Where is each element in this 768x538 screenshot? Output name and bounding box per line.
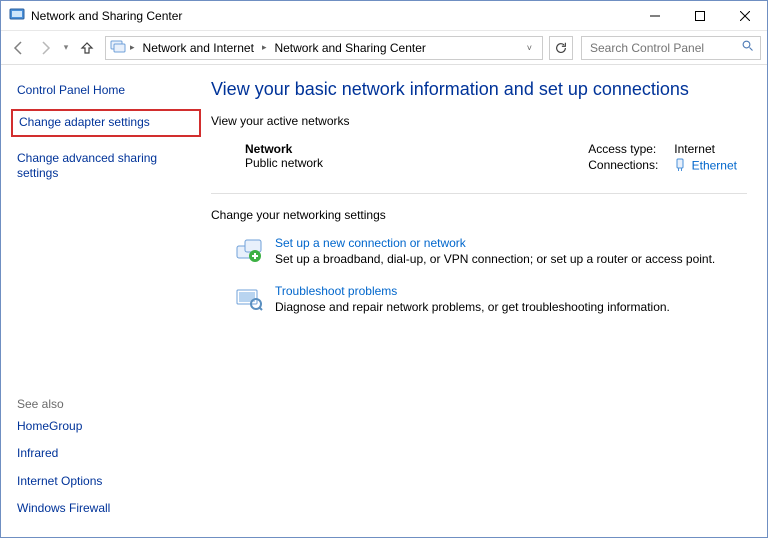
nav-up-button[interactable] <box>75 36 99 60</box>
see-also-infrared-link[interactable]: Infrared <box>17 440 195 468</box>
network-info: Network Public network <box>245 142 323 175</box>
active-networks-label: View your active networks <box>211 114 747 128</box>
control-panel-icon <box>9 6 25 25</box>
close-button[interactable] <box>722 1 767 31</box>
refresh-button[interactable] <box>549 36 573 60</box>
change-settings-label: Change your networking settings <box>211 208 747 222</box>
nav-recent-dropdown[interactable]: ▾ <box>59 36 73 60</box>
troubleshoot-text: Troubleshoot problems Diagnose and repai… <box>275 284 670 314</box>
sidebar-advanced-sharing-link[interactable]: Change advanced sharing settings <box>17 145 195 188</box>
troubleshoot-link[interactable]: Troubleshoot problems <box>275 284 670 298</box>
setup-connection-row: Set up a new connection or network Set u… <box>211 230 747 278</box>
see-also-homegroup-link[interactable]: HomeGroup <box>17 413 195 441</box>
search-input[interactable] <box>588 40 742 56</box>
ethernet-icon <box>674 158 686 175</box>
access-type-value: Internet <box>674 142 737 156</box>
maximize-button[interactable] <box>677 1 722 31</box>
nav-back-button[interactable] <box>7 36 31 60</box>
window-controls <box>632 1 767 30</box>
window-frame: Network and Sharing Center ▾ <box>0 0 768 538</box>
address-icon <box>110 38 126 57</box>
network-type: Public network <box>245 156 323 170</box>
setup-connection-icon <box>235 236 263 264</box>
sidebar-adapter-settings-link[interactable]: Change adapter settings <box>11 109 201 137</box>
network-details: Access type: Internet Connections: Ether… <box>588 142 737 175</box>
see-also-firewall-link[interactable]: Windows Firewall <box>17 495 195 523</box>
ethernet-link[interactable]: Ethernet <box>692 159 737 173</box>
see-also-internet-options-link[interactable]: Internet Options <box>17 468 195 496</box>
breadcrumb-segment[interactable]: Network and Sharing Center <box>270 39 429 57</box>
chevron-right-icon[interactable]: ▸ <box>128 42 137 53</box>
main-content: View your basic network information and … <box>211 65 767 537</box>
address-bar[interactable]: ▸ Network and Internet ▸ Network and Sha… <box>105 36 543 60</box>
sidebar-home-link[interactable]: Control Panel Home <box>17 79 195 101</box>
page-title: View your basic network information and … <box>211 79 747 100</box>
connections-label: Connections: <box>588 158 658 175</box>
search-box[interactable] <box>581 36 761 60</box>
access-type-label: Access type: <box>588 142 658 156</box>
see-also-label: See also <box>17 391 195 413</box>
breadcrumb-segment[interactable]: Network and Internet <box>139 39 258 57</box>
connections-value: Ethernet <box>674 158 737 175</box>
sidebar-spacer <box>17 188 195 391</box>
troubleshoot-desc: Diagnose and repair network problems, or… <box>275 300 670 314</box>
address-dropdown[interactable]: ˅ <box>521 43 538 53</box>
nav-forward-button[interactable] <box>33 36 57 60</box>
navbar: ▾ ▸ Network and Internet ▸ Network and S… <box>1 31 767 65</box>
setup-connection-desc: Set up a broadband, dial-up, or VPN conn… <box>275 252 715 266</box>
setup-connection-text: Set up a new connection or network Set u… <box>275 236 715 266</box>
titlebar-left: Network and Sharing Center <box>1 6 182 25</box>
chevron-right-icon[interactable]: ▸ <box>260 42 269 53</box>
network-name: Network <box>245 142 323 156</box>
minimize-button[interactable] <box>632 1 677 31</box>
active-networks-panel: Network Public network Access type: Inte… <box>211 142 747 194</box>
troubleshoot-icon <box>235 284 263 312</box>
search-icon <box>742 40 754 55</box>
troubleshoot-row: Troubleshoot problems Diagnose and repai… <box>211 278 747 326</box>
titlebar: Network and Sharing Center <box>1 1 767 31</box>
setup-connection-link[interactable]: Set up a new connection or network <box>275 236 715 250</box>
window-title: Network and Sharing Center <box>31 9 182 23</box>
body-area: Control Panel Home Change adapter settin… <box>1 65 767 537</box>
sidebar: Control Panel Home Change adapter settin… <box>1 65 211 537</box>
